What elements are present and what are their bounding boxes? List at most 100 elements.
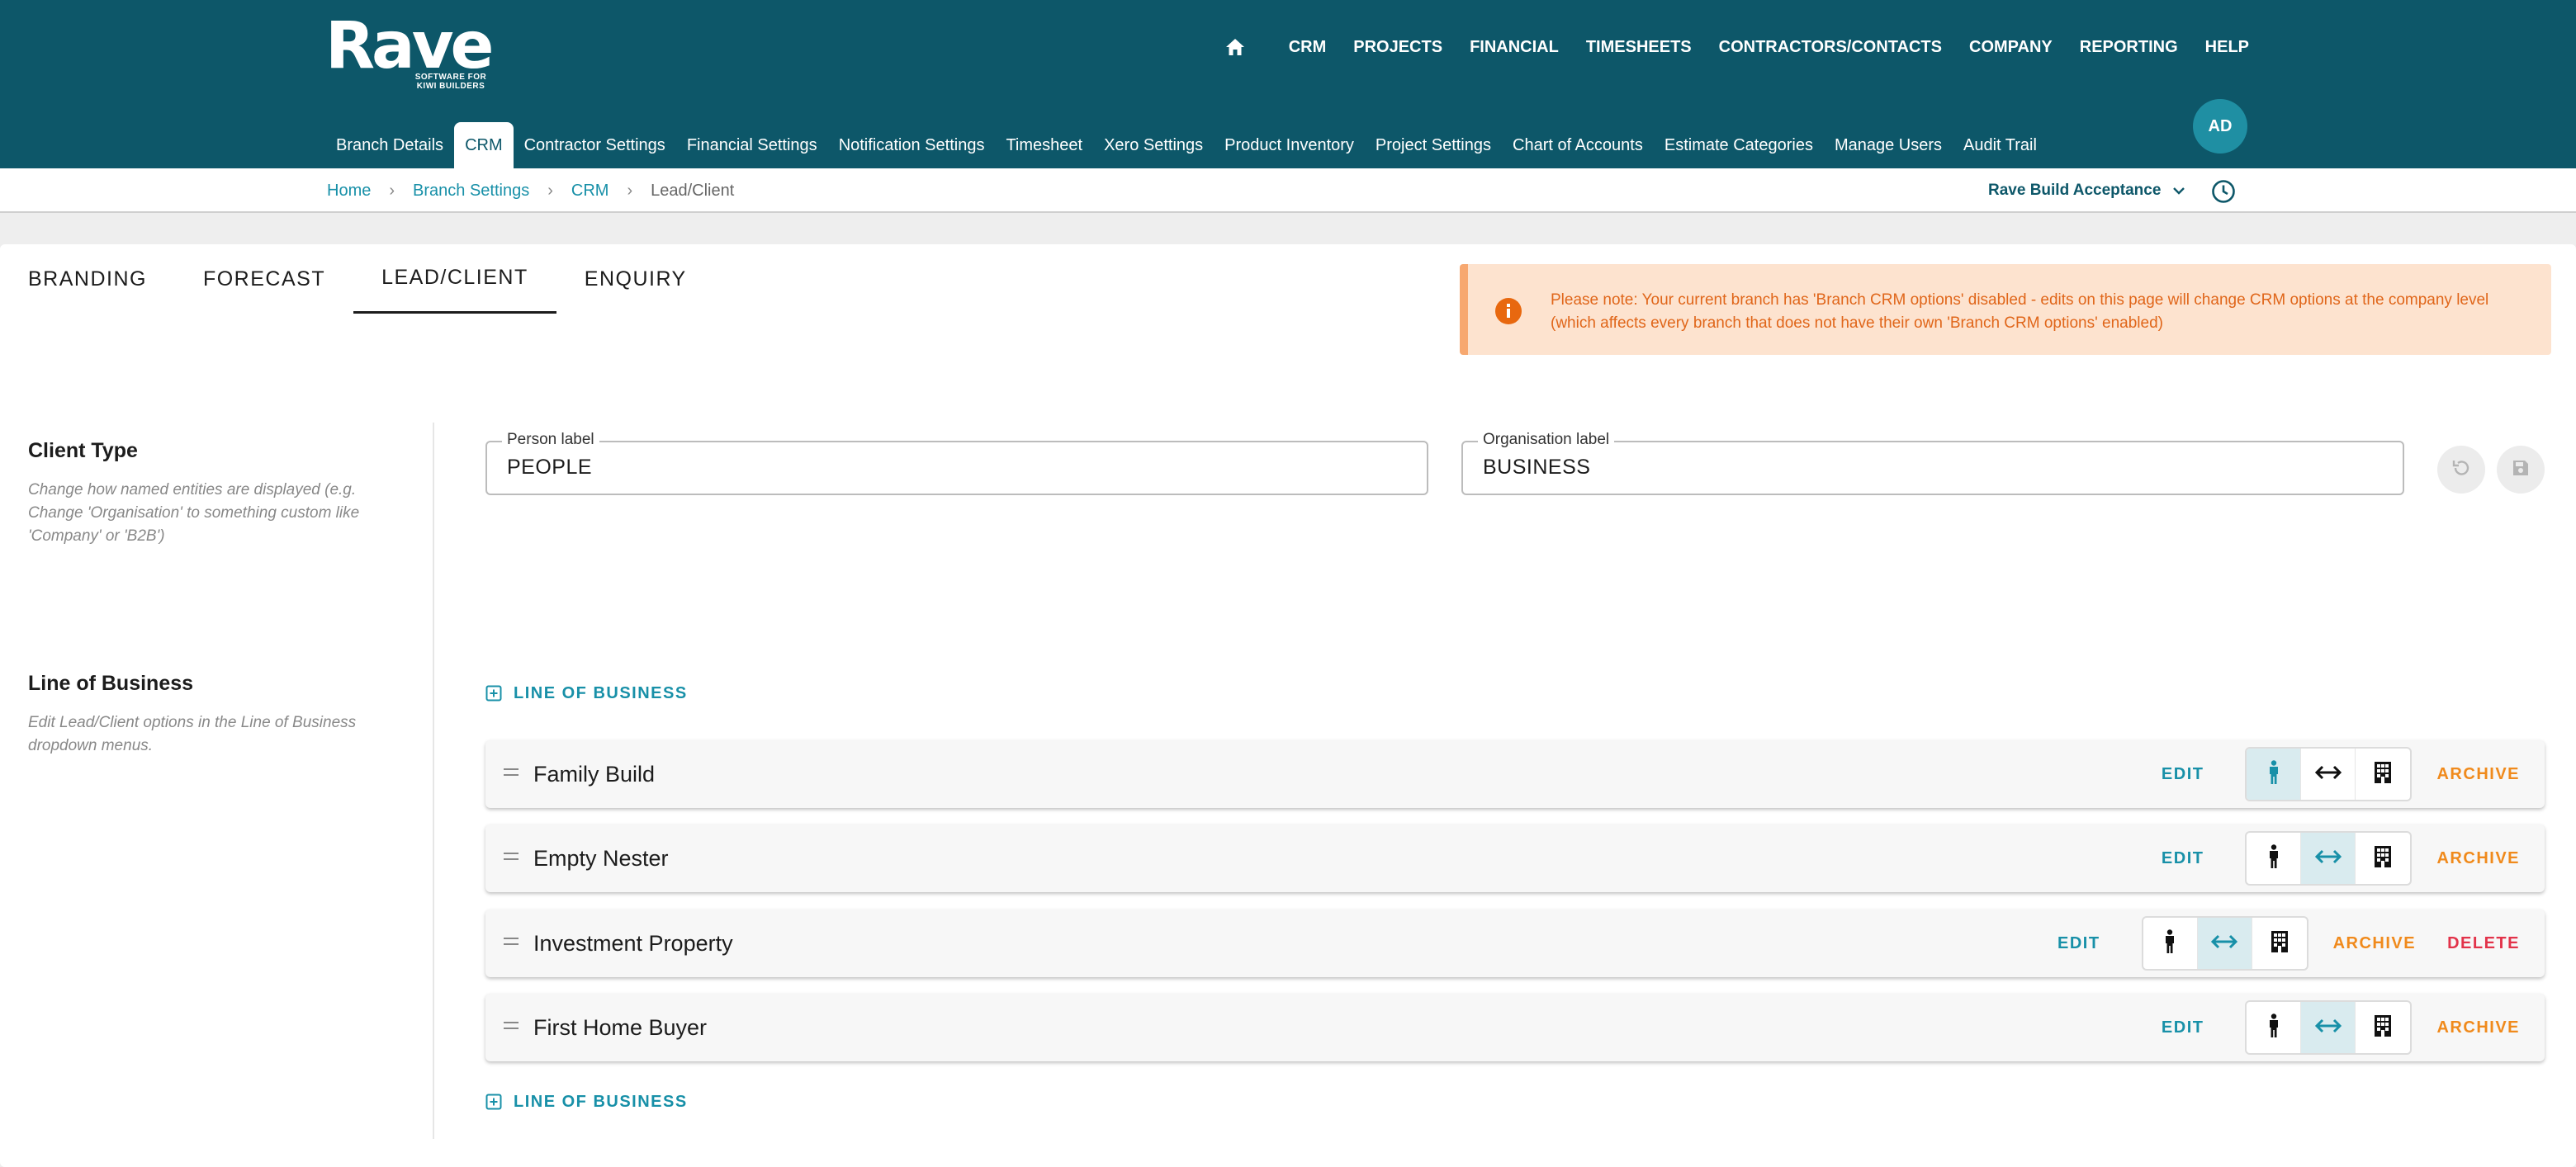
subnav-product-inventory[interactable]: Product Inventory bbox=[1214, 122, 1365, 168]
add-box-icon bbox=[485, 685, 502, 702]
logo-tagline: SOFTWARE FOR KIWI BUILDERS bbox=[414, 73, 487, 91]
delete-button[interactable]: DELETE bbox=[2447, 934, 2520, 953]
subnav-project-settings[interactable]: Project Settings bbox=[1365, 122, 1502, 168]
person-label-caption: Person label bbox=[502, 431, 599, 449]
drag-handle-icon[interactable] bbox=[504, 853, 519, 864]
archive-button[interactable]: ARCHIVE bbox=[2436, 1018, 2520, 1037]
person-label-value: PEOPLE bbox=[507, 456, 593, 479]
nav-projects[interactable]: PROJECTS bbox=[1353, 38, 1442, 57]
subnav-branch-details[interactable]: Branch Details bbox=[325, 122, 454, 168]
undo-icon bbox=[2451, 457, 2472, 483]
undo-button[interactable] bbox=[2437, 446, 2485, 494]
nav-financial[interactable]: FINANCIAL bbox=[1470, 38, 1559, 57]
save-button[interactable] bbox=[2497, 446, 2545, 494]
add-line-of-business-button-bottom[interactable]: LINE OF BUSINESS bbox=[485, 1088, 688, 1116]
tab-branding[interactable]: BRANDING bbox=[0, 244, 175, 314]
person-option[interactable] bbox=[2247, 749, 2302, 800]
person-option[interactable] bbox=[2247, 1002, 2302, 1053]
building-icon bbox=[2374, 761, 2392, 788]
person-icon bbox=[2267, 1013, 2280, 1042]
edit-button[interactable]: EDIT bbox=[2162, 765, 2204, 784]
branch-selector[interactable]: Rave Build Acceptance bbox=[1988, 168, 2185, 213]
person-label-field[interactable]: Person label PEOPLE bbox=[485, 431, 1428, 495]
subnav-manage-users[interactable]: Manage Users bbox=[1824, 122, 1953, 168]
subnav-chart-of-accounts[interactable]: Chart of Accounts bbox=[1502, 122, 1654, 168]
organisation-label-caption: Organisation label bbox=[1478, 431, 1615, 449]
add-line-of-business-label: LINE OF BUSINESS bbox=[514, 1092, 688, 1111]
user-avatar[interactable]: AD bbox=[2193, 99, 2247, 154]
tab-enquiry[interactable]: ENQUIRY bbox=[556, 244, 715, 314]
drag-handle-icon[interactable] bbox=[504, 768, 519, 780]
both-option[interactable] bbox=[2301, 1002, 2356, 1053]
both-option[interactable] bbox=[2301, 833, 2356, 884]
both-option[interactable] bbox=[2197, 918, 2252, 969]
subnav-estimate-categories[interactable]: Estimate Categories bbox=[1654, 122, 1824, 168]
archive-button[interactable]: ARCHIVE bbox=[2333, 934, 2417, 953]
nav-contractors-contacts[interactable]: CONTRACTORS/CONTACTS bbox=[1719, 38, 1942, 57]
alert-message: Please note: Your current branch has 'Br… bbox=[1551, 291, 2489, 332]
organisation-option[interactable] bbox=[2356, 833, 2410, 884]
lob-actions: EDIT ARCHIVE bbox=[2162, 831, 2520, 886]
building-icon bbox=[2374, 1014, 2392, 1042]
subnav-financial-settings[interactable]: Financial Settings bbox=[676, 122, 828, 168]
crm-settings-card: BRANDING FORECAST LEAD/CLIENT ENQUIRY Pl… bbox=[0, 244, 2576, 1167]
breadcrumb-separator: › bbox=[547, 181, 553, 200]
person-option[interactable] bbox=[2143, 918, 2198, 969]
subnav-crm[interactable]: CRM bbox=[454, 122, 514, 168]
organisation-option[interactable] bbox=[2252, 918, 2307, 969]
lob-row-empty-nester: Empty Nester EDIT ARCHIVE bbox=[485, 824, 2545, 892]
nav-crm[interactable]: CRM bbox=[1289, 38, 1327, 57]
building-icon bbox=[2374, 845, 2392, 872]
both-option[interactable] bbox=[2301, 749, 2356, 800]
subnav-timesheet[interactable]: Timesheet bbox=[995, 122, 1093, 168]
edit-button[interactable]: EDIT bbox=[2162, 849, 2204, 868]
branch-options-alert: Please note: Your current branch has 'Br… bbox=[1460, 264, 2551, 355]
tab-lead-client[interactable]: LEAD/CLIENT bbox=[353, 244, 556, 314]
nav-help[interactable]: HELP bbox=[2205, 38, 2249, 57]
lob-name: Family Build bbox=[533, 762, 656, 787]
edit-button[interactable]: EDIT bbox=[2162, 1018, 2204, 1037]
subnav-contractor-settings[interactable]: Contractor Settings bbox=[514, 122, 676, 168]
subnav-xero-settings[interactable]: Xero Settings bbox=[1093, 122, 1214, 168]
swap-horiz-icon bbox=[2314, 765, 2342, 784]
breadcrumb-separator: › bbox=[389, 181, 395, 200]
entity-type-toggle bbox=[2245, 747, 2413, 801]
rave-logo[interactable]: Rave SOFTWARE FOR KIWI BUILDERS bbox=[325, 12, 499, 94]
logo-wordmark: Rave bbox=[325, 9, 494, 83]
subnav-audit-trail[interactable]: Audit Trail bbox=[1953, 122, 2048, 168]
swap-horiz-icon bbox=[2314, 849, 2342, 868]
breadcrumb-crm[interactable]: CRM bbox=[571, 182, 609, 201]
organisation-label-value: BUSINESS bbox=[1483, 456, 1591, 479]
drag-handle-icon[interactable] bbox=[504, 1022, 519, 1033]
lob-name: Investment Property bbox=[533, 931, 733, 956]
archive-button[interactable]: ARCHIVE bbox=[2436, 849, 2520, 868]
breadcrumb-current: Lead/Client bbox=[651, 181, 735, 200]
history-icon[interactable] bbox=[2209, 177, 2237, 206]
drag-handle-icon[interactable] bbox=[504, 938, 519, 949]
lob-name: First Home Buyer bbox=[533, 1015, 708, 1040]
organisation-option[interactable] bbox=[2356, 749, 2410, 800]
edit-button[interactable]: EDIT bbox=[2057, 934, 2100, 953]
person-option[interactable] bbox=[2247, 833, 2302, 884]
nav-reporting[interactable]: REPORTING bbox=[2080, 38, 2178, 57]
home-icon[interactable] bbox=[1219, 33, 1252, 61]
tab-forecast[interactable]: FORECAST bbox=[175, 244, 353, 314]
archive-button[interactable]: ARCHIVE bbox=[2436, 765, 2520, 784]
subnav-notification-settings[interactable]: Notification Settings bbox=[828, 122, 996, 168]
chevron-down-icon bbox=[2172, 187, 2185, 195]
building-icon bbox=[2271, 930, 2289, 957]
nav-timesheets[interactable]: TIMESHEETS bbox=[1586, 38, 1692, 57]
organisation-label-field[interactable]: Organisation label BUSINESS bbox=[1461, 431, 2404, 495]
entity-type-toggle bbox=[2141, 916, 2308, 971]
client-type-description: Change how named entities are displayed … bbox=[28, 481, 360, 545]
line-of-business-description: Edit Lead/Client options in the Line of … bbox=[28, 714, 357, 754]
main-nav: CRM PROJECTS FINANCIAL TIMESHEETS CONTRA… bbox=[1219, 33, 2249, 61]
breadcrumb: Home › Branch Settings › CRM › Lead/Clie… bbox=[327, 168, 734, 213]
breadcrumb-branch-settings[interactable]: Branch Settings bbox=[413, 182, 529, 201]
organisation-option[interactable] bbox=[2356, 1002, 2410, 1053]
person-icon bbox=[2267, 759, 2280, 789]
add-line-of-business-button[interactable]: LINE OF BUSINESS bbox=[485, 679, 688, 707]
breadcrumb-home[interactable]: Home bbox=[327, 182, 371, 201]
nav-company[interactable]: COMPANY bbox=[1969, 38, 2053, 57]
swap-horiz-icon bbox=[2210, 934, 2238, 953]
